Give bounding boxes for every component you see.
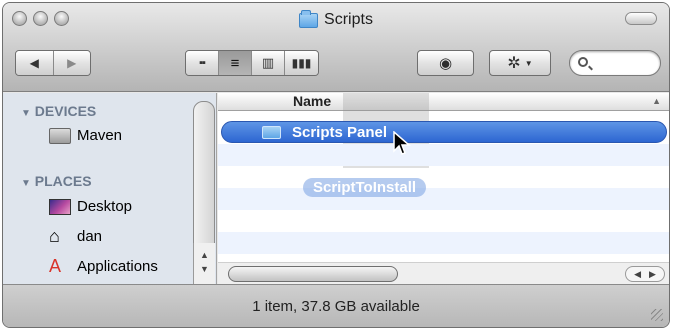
chevron-down-icon: ▼: [524, 58, 533, 68]
back-arrow-icon: ◀: [29, 56, 39, 70]
dragged-item-label: ScriptToInstall: [303, 178, 427, 197]
folder-icon: [262, 126, 281, 139]
sidebar: ▼ DEVICES Maven ▼ PLACES Desktop ⌂ dan A…: [3, 93, 217, 286]
horizontal-scroll-arrows[interactable]: ◀ ▶: [625, 266, 665, 282]
mouse-pointer-icon: [393, 131, 411, 155]
sidebar-item-applications[interactable]: A Applications: [49, 257, 158, 275]
sidebar-scroll-arrows[interactable]: ▲ ▼: [193, 243, 215, 286]
window-title-bar: Scripts: [3, 9, 669, 30]
finder-window: Scripts ◀ ▶ ▪▪ ≡ ▥ ▮▮▮ ◉ ✲ ▼ ▼ DEVICES M…: [2, 2, 670, 328]
action-menu-button[interactable]: ✲ ▼: [489, 50, 551, 76]
home-icon: ⌂: [49, 226, 60, 246]
horizontal-scrollbar[interactable]: ◀ ▶: [218, 262, 669, 286]
list-view-button[interactable]: ≡: [219, 51, 252, 75]
list-row-empty: [218, 232, 669, 254]
hard-drive-icon: [49, 127, 71, 144]
scroll-right-icon[interactable]: ▶: [649, 269, 656, 280]
sidebar-heading-devices: ▼ DEVICES: [21, 103, 97, 119]
sidebar-item-desktop[interactable]: Desktop: [49, 198, 132, 215]
sidebar-item-maven[interactable]: Maven: [49, 127, 122, 144]
window-title: Scripts: [324, 11, 373, 28]
resize-grip-icon[interactable]: [651, 309, 663, 321]
sidebar-item-dan[interactable]: ⌂ dan: [49, 227, 102, 245]
sidebar-heading-places: ▼ PLACES: [21, 173, 92, 189]
scroll-left-icon[interactable]: ◀: [634, 269, 641, 280]
list-view-icon: ≡: [230, 54, 240, 72]
horizontal-scrollbar-thumb[interactable]: [228, 266, 398, 282]
back-button[interactable]: ◀: [16, 51, 54, 75]
disclosure-triangle-icon[interactable]: ▼: [21, 108, 31, 119]
forward-arrow-icon: ▶: [67, 56, 77, 70]
applications-icon: A: [49, 256, 62, 276]
column-header-name[interactable]: Name ▲: [218, 93, 669, 111]
quick-look-button[interactable]: ◉: [417, 50, 474, 76]
icon-view-icon: ▪▪: [199, 57, 206, 69]
window-toolbar: Scripts ◀ ▶ ▪▪ ≡ ▥ ▮▮▮ ◉ ✲ ▼: [3, 3, 669, 92]
toolbar-toggle-button[interactable]: [625, 12, 657, 25]
sidebar-scrollbar-thumb[interactable]: [193, 101, 215, 261]
search-field[interactable]: [569, 50, 661, 76]
desktop-icon: [49, 198, 71, 215]
gear-icon: ✲: [507, 55, 521, 72]
column-view-icon: ▥: [261, 55, 275, 70]
forward-button[interactable]: ▶: [53, 51, 90, 75]
list-item[interactable]: Scripts Panel: [221, 121, 667, 143]
file-list: Name ▲ Scripts Panel ScriptToInstall ◀ ▶: [218, 93, 669, 286]
icon-view-button[interactable]: ▪▪: [186, 51, 219, 75]
search-icon: [578, 57, 588, 67]
view-mode-control: ▪▪ ≡ ▥ ▮▮▮: [185, 50, 319, 76]
sort-ascending-icon: ▲: [652, 96, 661, 106]
folder-icon: [299, 9, 319, 28]
scroll-down-icon[interactable]: ▼: [194, 262, 215, 276]
coverflow-view-icon: ▮▮▮: [291, 56, 312, 70]
disclosure-triangle-icon[interactable]: ▼: [21, 178, 31, 189]
status-text: 1 item, 37.8 GB available: [252, 297, 420, 315]
list-row-empty: [218, 144, 669, 166]
scroll-up-icon[interactable]: ▲: [194, 248, 215, 262]
back-forward-control: ◀ ▶: [15, 50, 91, 76]
eye-icon: ◉: [438, 55, 453, 72]
column-view-button[interactable]: ▥: [252, 51, 285, 75]
list-row-empty: [218, 188, 669, 210]
status-bar: 1 item, 37.8 GB available: [3, 284, 669, 327]
coverflow-view-button[interactable]: ▮▮▮: [285, 51, 318, 75]
